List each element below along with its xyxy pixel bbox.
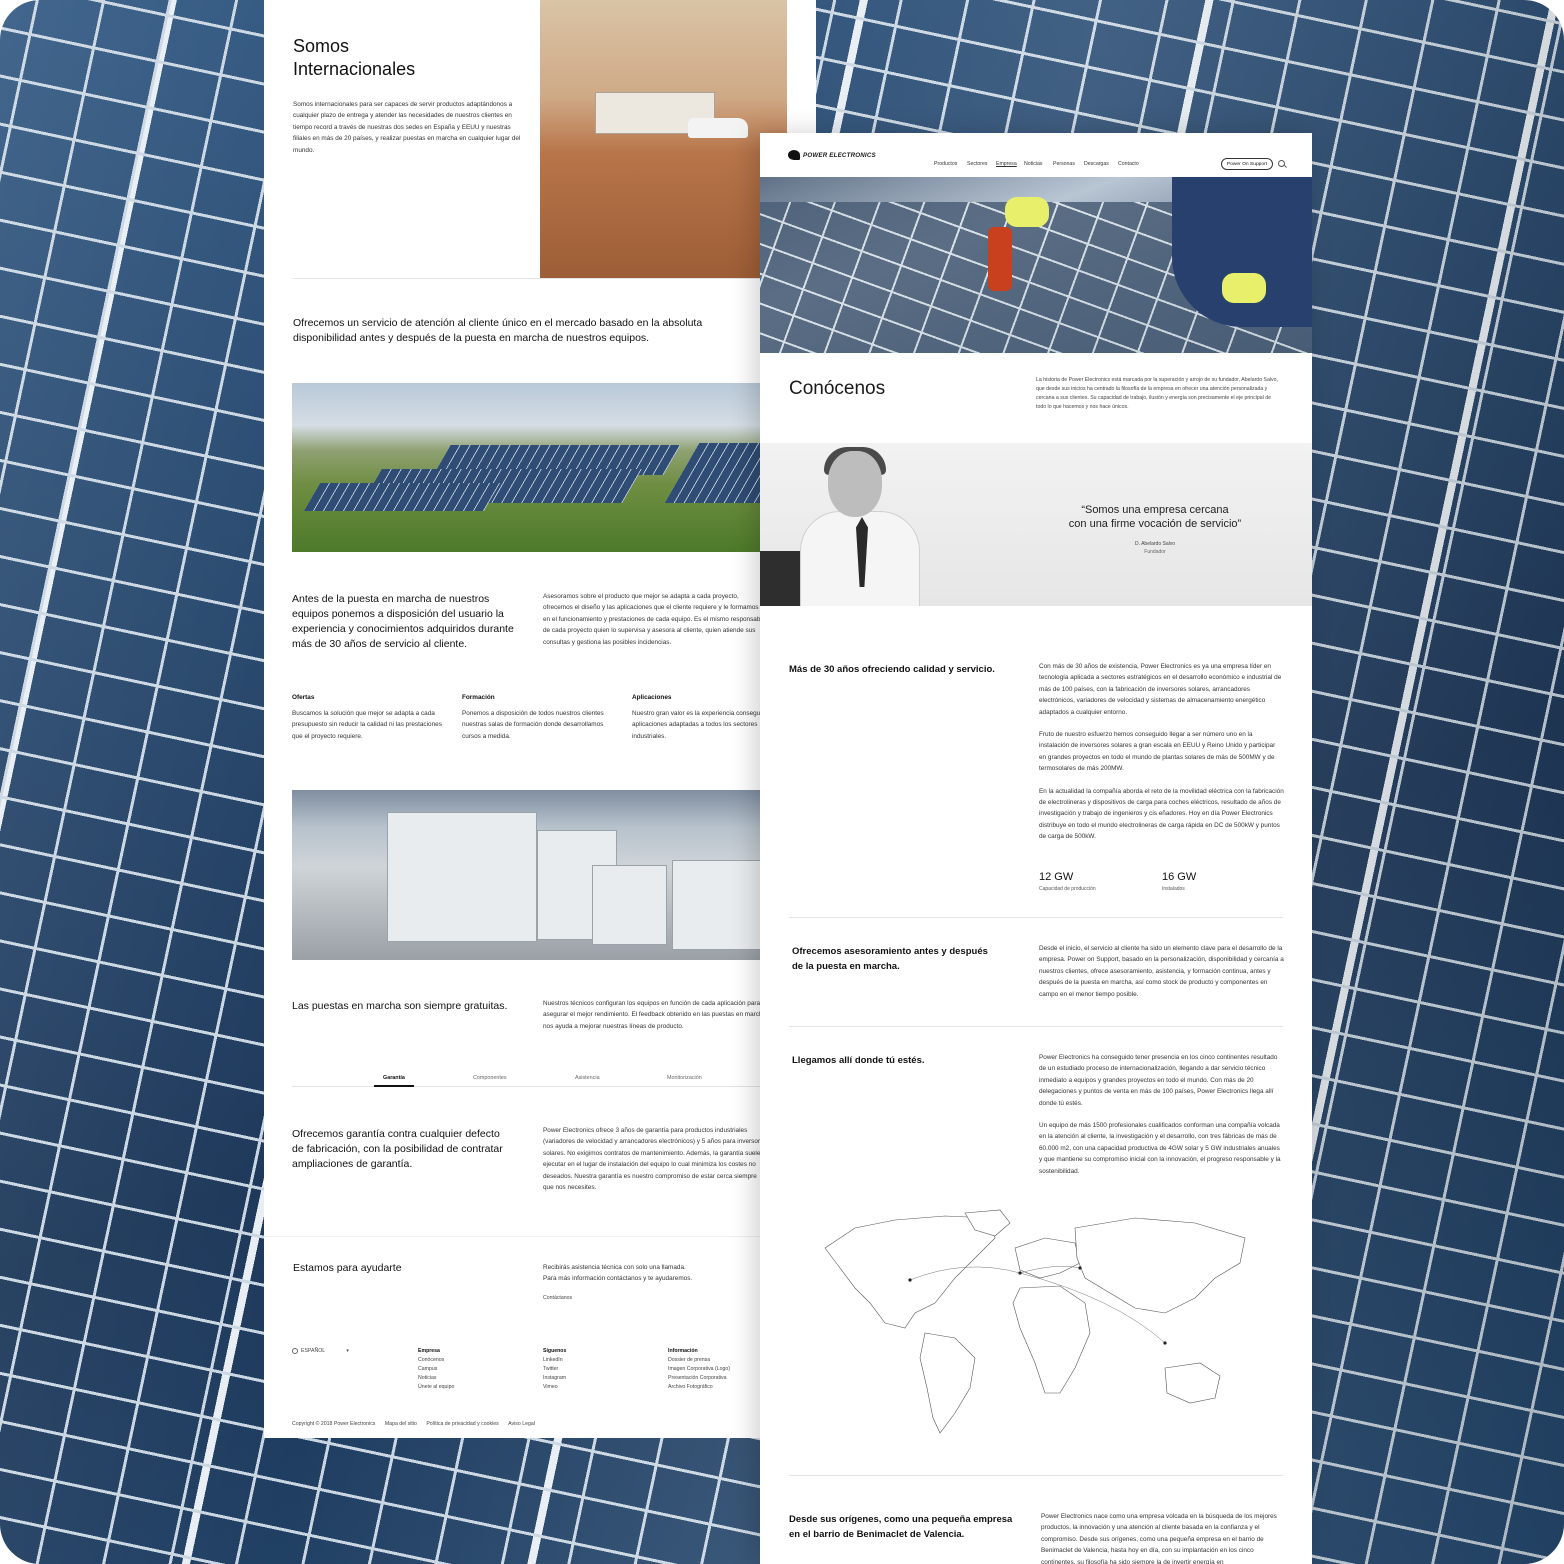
footer-link[interactable]: Mapa del sitio bbox=[385, 1421, 417, 1427]
right-page-screenshot: POWER ELECTRONICS Productos Sectores Emp… bbox=[760, 133, 1312, 1564]
footer-col-empresa: Empresa Conócenos Campus Noticias Únete … bbox=[418, 1347, 528, 1392]
years-heading: Más de 30 años ofreciendo calidad y serv… bbox=[789, 664, 995, 675]
before-body: Asesoramos sobre el producto que mejor s… bbox=[543, 593, 766, 646]
location-marker bbox=[1163, 1341, 1167, 1345]
left-page-screenshot: Somos Internacionales Somos internaciona… bbox=[264, 0, 816, 1438]
solar-field-image bbox=[292, 383, 816, 552]
footer-link[interactable]: Conócenos bbox=[418, 1356, 528, 1365]
years-body: Con más de 30 años de existencia, Power … bbox=[1039, 663, 1284, 841]
stat-production: 12 GW Capacidad de producción bbox=[1039, 871, 1096, 892]
language-selector[interactable]: ESPAÑOL ▾ bbox=[292, 1347, 349, 1356]
footer-link[interactable]: Vimeo bbox=[543, 1383, 653, 1392]
divider bbox=[789, 1026, 1283, 1027]
footer-link[interactable]: Aviso Legal bbox=[508, 1421, 535, 1427]
founder-quote: “Somos una empresa cercana con una firme… bbox=[1068, 504, 1242, 555]
nav-item-sectores[interactable]: Sectores bbox=[967, 161, 987, 167]
location-marker bbox=[1018, 1271, 1022, 1275]
help-body: Recibirás asistencia técnica con solo un… bbox=[543, 1264, 693, 1283]
origins-body: Power Electronics nace como una empresa … bbox=[1041, 1513, 1277, 1564]
service-intro: Ofrecemos un servicio de atención al cli… bbox=[293, 317, 703, 344]
search-icon[interactable] bbox=[1278, 160, 1285, 167]
power-on-support-button[interactable]: Power On Support bbox=[1221, 158, 1273, 170]
help-heading: Estamos para ayudarte bbox=[293, 1262, 402, 1274]
advice-heading: Ofrecemos asesoramiento antes y después … bbox=[792, 946, 988, 972]
stat-installed: 16 GW Instalados bbox=[1162, 871, 1197, 892]
founder-portrait bbox=[760, 447, 930, 606]
copyright: Copyright © 2018 Power Electronics bbox=[292, 1421, 376, 1427]
desert-container-image bbox=[540, 0, 787, 278]
tabs-divider bbox=[292, 1086, 786, 1087]
divider bbox=[789, 1475, 1283, 1476]
footer-link[interactable]: LinkedIn bbox=[543, 1356, 653, 1365]
location-marker bbox=[1078, 1266, 1082, 1270]
nav-item-empresa[interactable]: Empresa bbox=[996, 161, 1017, 167]
feature-ofertas: Ofertas Buscamos la solución que mejor s… bbox=[292, 694, 442, 740]
divider bbox=[293, 278, 787, 279]
about-body: La historia de Power Electronics está ma… bbox=[1036, 377, 1278, 410]
contact-link[interactable]: Contáctanos bbox=[543, 1294, 572, 1303]
footer-bottom: Copyright © 2018 Power Electronics Mapa … bbox=[292, 1420, 535, 1429]
inverters-image bbox=[292, 790, 816, 960]
worker-solar-panel-image bbox=[760, 177, 1312, 353]
startups-body: Nuestros técnicos configuran los equipos… bbox=[543, 1000, 767, 1030]
divider bbox=[264, 1236, 816, 1237]
footer-link[interactable]: Campus bbox=[418, 1365, 528, 1374]
intl-title: Somos Internacionales bbox=[293, 36, 416, 79]
before-heading: Antes de la puesta en marcha de nuestros… bbox=[292, 593, 514, 650]
nav-item-personas[interactable]: Personas bbox=[1053, 161, 1075, 167]
nav-item-productos[interactable]: Productos bbox=[934, 161, 957, 167]
tab-componentes[interactable]: Componentes bbox=[473, 1075, 507, 1081]
warranty-body: Power Electronics ofrece 3 años de garan… bbox=[543, 1127, 767, 1192]
nav-item-descargas[interactable]: Descargas bbox=[1084, 161, 1109, 167]
footer-link[interactable]: Noticias bbox=[418, 1374, 528, 1383]
globe-icon bbox=[292, 1347, 298, 1354]
footer-link[interactable]: Únete al equipo bbox=[418, 1383, 528, 1392]
active-tab-indicator bbox=[374, 1085, 414, 1087]
chevron-down-icon: ▾ bbox=[346, 1348, 349, 1354]
logo-icon bbox=[788, 150, 800, 160]
map-north-america bbox=[824, 1215, 996, 1329]
feature-formacion: Formación Ponemos a disposición de todos… bbox=[462, 694, 604, 740]
map-europe bbox=[1014, 1237, 1081, 1279]
reach-body: Power Electronics ha conseguido tener pr… bbox=[1039, 1054, 1281, 1175]
startups-heading: Las puestas en marcha son siempre gratui… bbox=[292, 1000, 508, 1012]
brand-logo[interactable]: POWER ELECTRONICS bbox=[788, 150, 876, 160]
intl-body: Somos internacionales para ser capaces d… bbox=[293, 101, 521, 154]
top-nav: POWER ELECTRONICS Productos Sectores Emp… bbox=[760, 133, 1312, 177]
advice-body: Desde el inicio, el servicio al cliente … bbox=[1039, 945, 1284, 998]
tab-garantia[interactable]: Garantía bbox=[383, 1075, 405, 1081]
footer-link[interactable]: Política de privacidad y cookies bbox=[426, 1421, 498, 1427]
page-title: Conócenos bbox=[789, 378, 886, 399]
world-map bbox=[824, 1209, 1246, 1434]
map-africa bbox=[1012, 1285, 1091, 1394]
warranty-heading: Ofrecemos garantía contra cualquier defe… bbox=[292, 1128, 503, 1170]
map-asia bbox=[1074, 1217, 1246, 1314]
map-south-america bbox=[919, 1332, 976, 1434]
divider bbox=[789, 917, 1283, 918]
nav-item-noticias[interactable]: Noticias bbox=[1024, 161, 1042, 167]
reach-heading: Llegamos allí donde tú estés. bbox=[792, 1055, 925, 1066]
map-australia bbox=[1164, 1362, 1221, 1404]
nav-item-contacto[interactable]: Contacto bbox=[1118, 161, 1139, 167]
tab-asistencia[interactable]: Asistencia bbox=[575, 1075, 600, 1081]
footer-link[interactable]: Instagram bbox=[543, 1374, 653, 1383]
origins-heading: Desde sus orígenes, como una pequeña emp… bbox=[789, 1514, 1013, 1540]
solar-panels-background: Somos Internacionales Somos internaciona… bbox=[0, 0, 1564, 1564]
location-marker bbox=[908, 1278, 912, 1282]
footer-col-siguenos: Síguenos LinkedIn Twitter Instagram Vime… bbox=[543, 1347, 653, 1392]
tab-monitorizacion[interactable]: Monitorización bbox=[667, 1075, 702, 1081]
footer-link[interactable]: Twitter bbox=[543, 1365, 653, 1374]
